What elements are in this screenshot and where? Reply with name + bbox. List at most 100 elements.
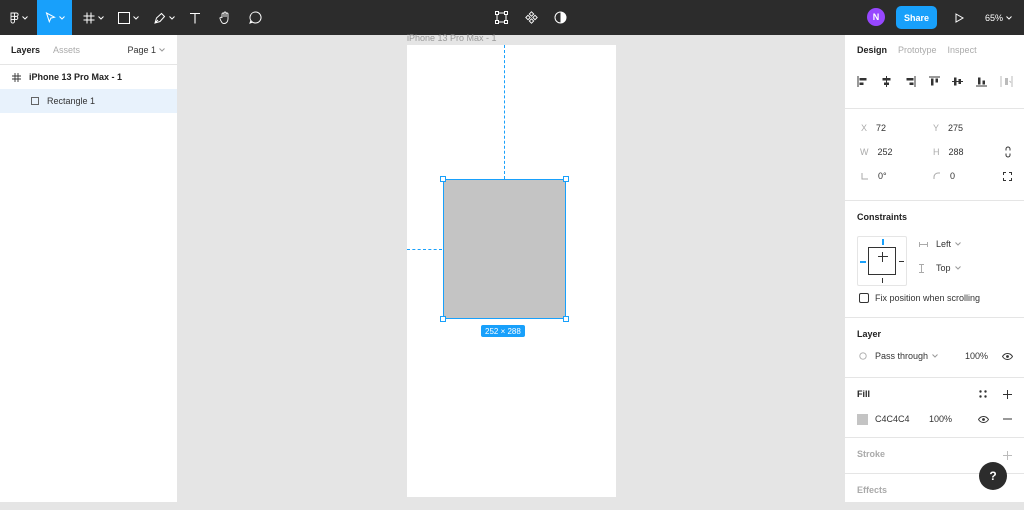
resize-handle-bottom-left[interactable] [440, 316, 446, 322]
zoom-menu[interactable]: 65% [985, 0, 1012, 35]
constraint-right-indicator[interactable] [899, 261, 904, 262]
align-center-v-button[interactable] [952, 76, 976, 87]
styles-grid-icon [979, 390, 987, 398]
constraint-top-indicator[interactable] [882, 239, 884, 245]
frame-icon [12, 72, 21, 82]
vector-edit-icon [494, 11, 508, 24]
resize-handle-top-left[interactable] [440, 176, 446, 182]
user-avatar[interactable]: N [867, 8, 885, 26]
eye-icon [977, 415, 989, 423]
align-bottom-button[interactable] [976, 76, 1000, 87]
align-right-button[interactable] [905, 76, 929, 87]
h-label: H [933, 147, 940, 157]
chevron-down-icon [159, 48, 165, 52]
chevron-down-icon [97, 15, 104, 20]
layers-panel: Layers Assets Page 1 iPhone 13 Pro Max -… [0, 35, 178, 502]
align-left-button[interactable] [857, 76, 881, 87]
corners-icon [1002, 171, 1012, 181]
text-tool-button[interactable] [184, 0, 206, 35]
frame-tool-button[interactable] [78, 0, 108, 35]
hand-tool-button[interactable] [214, 0, 236, 35]
fill-hex-value[interactable]: C4C4C4 [875, 414, 910, 424]
layer-row-rectangle[interactable]: Rectangle 1 [0, 89, 177, 113]
fill-color-swatch[interactable] [857, 414, 868, 425]
blend-mode-value: Pass through [875, 351, 929, 361]
layer-visibility-button[interactable] [1001, 350, 1013, 362]
tab-design[interactable]: Design [857, 45, 887, 55]
create-component-button[interactable] [520, 0, 542, 35]
tab-inspect[interactable]: Inspect [948, 45, 977, 55]
main-menu-button[interactable] [6, 0, 32, 35]
layer-row-frame[interactable]: iPhone 13 Pro Max - 1 [0, 65, 177, 89]
measure-guide-horizontal [407, 249, 442, 250]
left-panel-tabs: Layers Assets Page 1 [0, 35, 177, 65]
move-tool-button[interactable] [37, 0, 72, 35]
height-field[interactable]: H 288 [933, 147, 964, 157]
x-field[interactable]: X 72 [861, 123, 886, 133]
add-stroke-button[interactable] [1001, 449, 1013, 461]
fix-position-checkbox[interactable] [859, 293, 869, 303]
blend-mode-icon [859, 352, 867, 360]
chevron-down-icon [1006, 15, 1012, 20]
alignment-toolbar [845, 65, 1024, 109]
resize-handle-top-right[interactable] [563, 176, 569, 182]
constraints-widget[interactable] [857, 236, 907, 286]
layer-opacity-value[interactable]: 100% [965, 351, 988, 361]
mask-button[interactable] [549, 0, 571, 35]
comment-tool-button[interactable] [244, 0, 266, 35]
right-panel-tabs: Design Prototype Inspect [845, 35, 1024, 65]
chevron-down-icon [132, 15, 139, 20]
y-field[interactable]: Y 275 [933, 123, 963, 133]
fill-styles-button[interactable] [977, 388, 989, 400]
minus-icon [1002, 418, 1012, 420]
pen-icon [153, 12, 165, 24]
height-value: 288 [948, 147, 964, 157]
corner-radius-field[interactable]: 0 [933, 171, 955, 181]
selected-rectangle[interactable] [443, 179, 566, 319]
align-top-button[interactable] [928, 76, 953, 87]
width-field[interactable]: W 252 [860, 147, 893, 157]
help-button[interactable]: ? [979, 462, 1007, 490]
frame-label[interactable]: iPhone 13 Pro Max - 1 [407, 33, 497, 43]
chevron-down-icon [932, 354, 938, 358]
zoom-level: 65% [985, 12, 1004, 23]
vertical-constraint-icon [919, 263, 924, 273]
align-center-h-button[interactable] [881, 76, 905, 87]
fill-section: Fill C4C4C4 100% [845, 378, 1024, 438]
component-edit-button[interactable] [490, 0, 512, 35]
constraint-left-indicator[interactable] [860, 261, 866, 263]
position-section: X 72 Y 275 W 252 H 288 0° 0 [845, 109, 1024, 201]
independent-corners-button[interactable] [1001, 171, 1013, 181]
tab-assets[interactable]: Assets [53, 45, 80, 55]
present-button[interactable] [950, 0, 968, 35]
pen-tool-button[interactable] [149, 0, 179, 35]
blend-mode-select[interactable]: Pass through [859, 351, 938, 361]
rectangle-icon [31, 97, 39, 105]
distribute-button[interactable] [1000, 76, 1024, 87]
remove-fill-button[interactable] [1001, 413, 1013, 425]
vertical-constraint-select[interactable]: Top [919, 263, 961, 273]
add-fill-button[interactable] [1001, 388, 1013, 400]
page-selector[interactable]: Page 1 [127, 35, 165, 65]
constrain-proportions-button[interactable] [1003, 145, 1013, 159]
canvas[interactable]: iPhone 13 Pro Max - 1 252 × 288 [179, 33, 844, 502]
fill-visibility-button[interactable] [977, 413, 989, 425]
tab-layers[interactable]: Layers [11, 45, 40, 55]
horizontal-constraint-icon [919, 241, 928, 247]
shape-tool-button[interactable] [113, 0, 143, 35]
share-button[interactable]: Share [896, 6, 937, 29]
hand-icon [219, 11, 229, 24]
chevron-down-icon [22, 15, 28, 20]
component-icon [524, 11, 538, 24]
fill-title: Fill [857, 389, 870, 399]
constraint-bottom-indicator[interactable] [882, 278, 883, 283]
chevron-down-icon [58, 15, 65, 20]
horizontal-constraint-select[interactable]: Left [919, 239, 961, 249]
width-value: 252 [877, 147, 893, 157]
rotation-field[interactable]: 0° [861, 171, 887, 181]
fill-opacity-value[interactable]: 100% [929, 414, 952, 424]
constraints-section: Constraints Left Top Fix position when s… [845, 201, 1024, 318]
tab-prototype[interactable]: Prototype [898, 45, 937, 55]
resize-handle-bottom-right[interactable] [563, 316, 569, 322]
frame-icon [83, 12, 94, 23]
